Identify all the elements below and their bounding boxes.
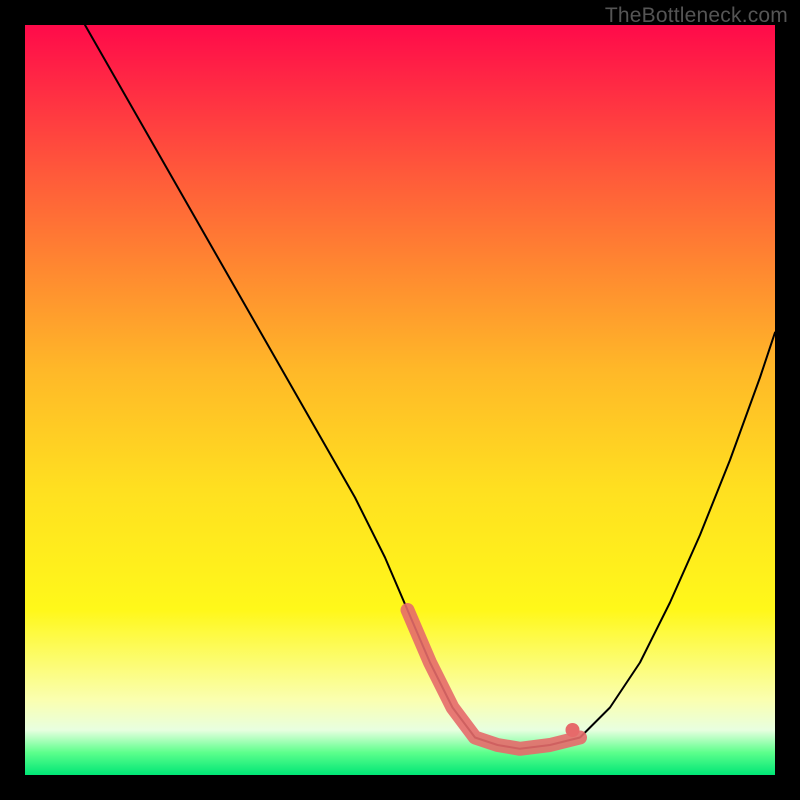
chart-frame: TheBottleneck.com — [0, 0, 800, 800]
plot-area — [25, 25, 775, 775]
watermark-text: TheBottleneck.com — [605, 4, 788, 28]
highlight-end-dot — [566, 723, 580, 737]
bottleneck-curve — [85, 25, 775, 749]
curve-layer — [25, 25, 775, 775]
optimal-range-highlight — [408, 610, 581, 749]
